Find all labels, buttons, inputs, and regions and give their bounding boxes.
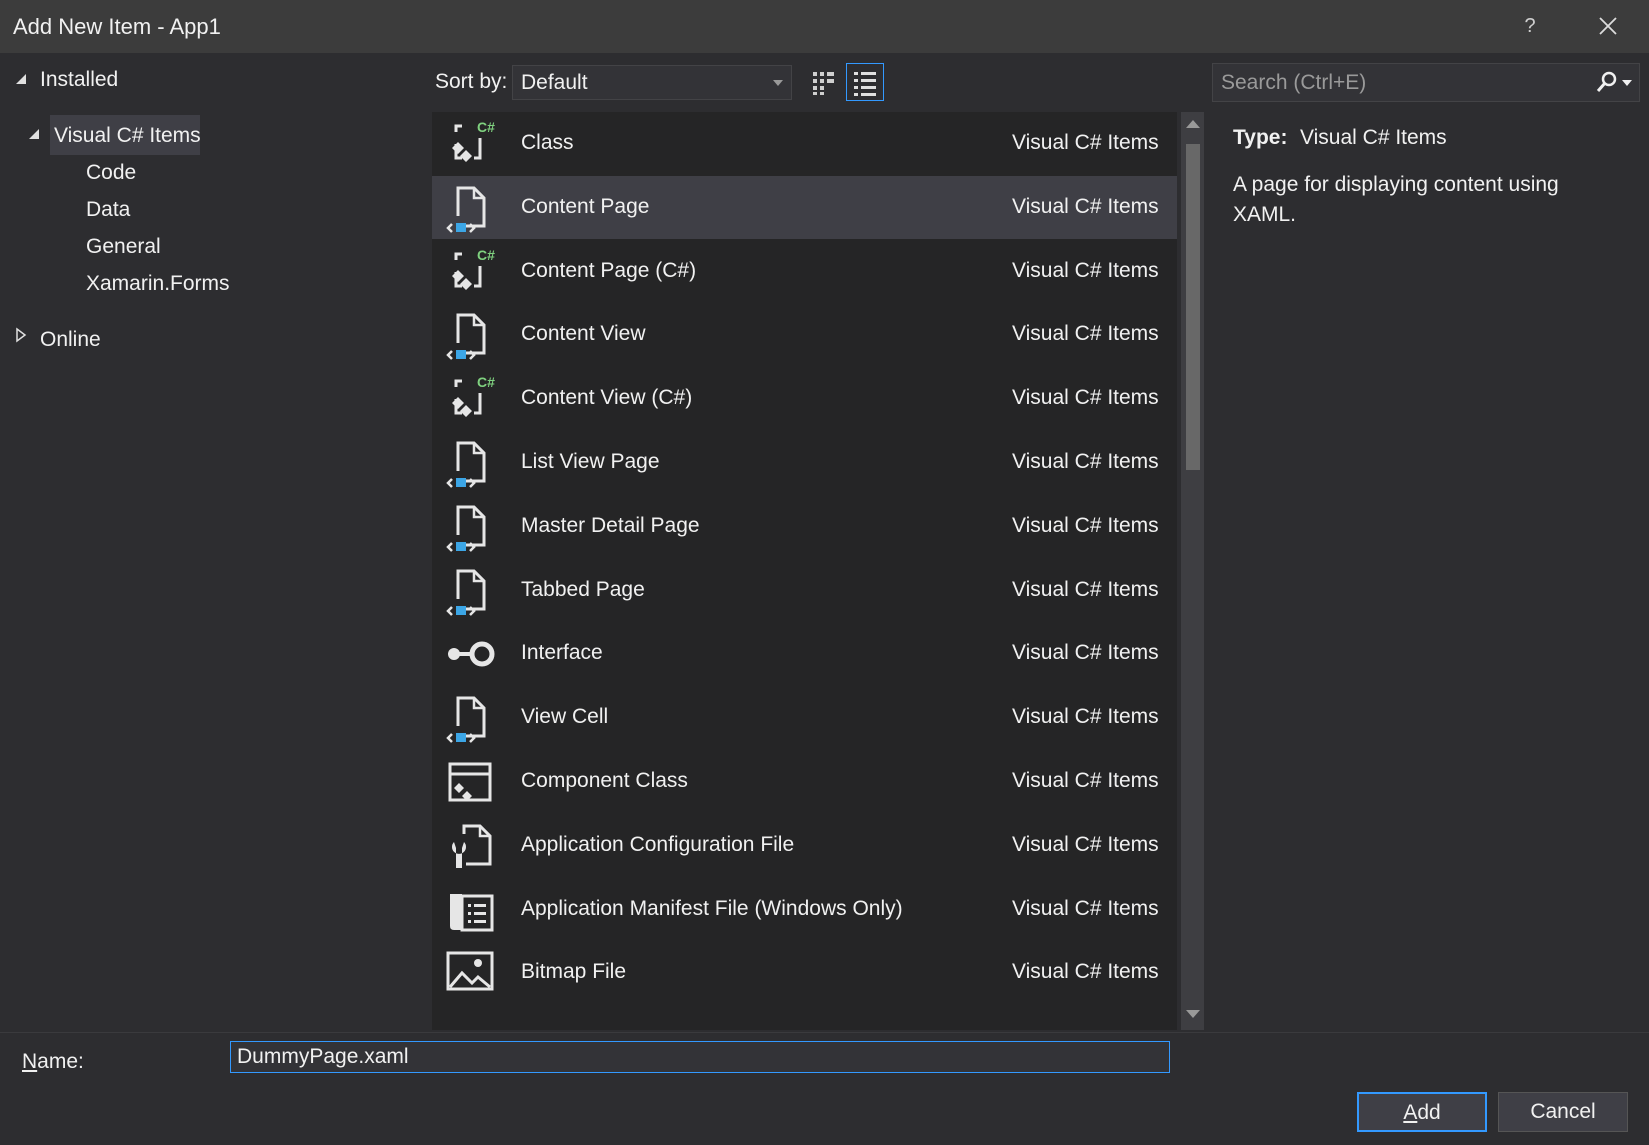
window-title: Add New Item - App1 [13, 14, 221, 39]
template-item-row[interactable]: C# Content View (C#) Visual C# Items [432, 367, 1177, 430]
sort-dropdown-value: Default [521, 71, 588, 94]
chevron-down-icon [773, 80, 783, 86]
name-label: Name: [22, 1050, 84, 1073]
template-description: A page for displaying content using XAML… [1233, 173, 1559, 226]
template-item-category: Visual C# Items [1012, 450, 1159, 473]
template-item-category: Visual C# Items [1012, 769, 1159, 792]
type-label: Type: [1233, 126, 1288, 149]
close-button[interactable] [1590, 10, 1626, 42]
template-item-row[interactable]: Tabbed Page Visual C# Items [432, 559, 1177, 622]
help-button[interactable]: ? [1512, 12, 1548, 40]
interface-icon [444, 628, 496, 680]
template-item-category: Visual C# Items [1012, 705, 1159, 728]
svg-text:C#: C# [477, 119, 495, 135]
template-item-name: Content Page [521, 195, 650, 218]
template-item-row[interactable]: Application Manifest File (Windows Only)… [432, 878, 1177, 941]
template-item-row[interactable]: Master Detail Page Visual C# Items [432, 495, 1177, 558]
list-view-icon [854, 72, 876, 96]
name-input[interactable] [230, 1041, 1170, 1073]
template-item-name: Application Configuration File [521, 833, 795, 856]
template-item-name: Content Page (C#) [521, 259, 697, 282]
tree-item-online[interactable]: Online [40, 328, 101, 352]
tree-item-installed[interactable]: Installed [40, 68, 118, 92]
template-item-name: Master Detail Page [521, 514, 700, 537]
template-item-name: Bitmap File [521, 960, 627, 983]
tree-item-general[interactable]: General [86, 235, 161, 259]
xaml-page-icon [444, 182, 496, 234]
template-list: C# Class Visual C# Items Content Page Visual… [432, 112, 1177, 1030]
tree-item-code[interactable]: Code [86, 161, 136, 185]
close-icon [1599, 17, 1617, 35]
tree-item-data[interactable]: Data [86, 198, 130, 222]
search-options-chevron-icon[interactable] [1621, 78, 1633, 88]
cancel-button[interactable]: Cancel [1498, 1092, 1628, 1132]
search-input[interactable] [1219, 67, 1573, 98]
template-item-category: Visual C# Items [1012, 897, 1159, 920]
template-item-category: Visual C# Items [1012, 514, 1159, 537]
template-item-row[interactable]: Application Configuration File Visual C# … [432, 814, 1177, 877]
scroll-down-arrow-icon[interactable] [1186, 1010, 1200, 1018]
template-item-name: Interface [521, 641, 603, 664]
template-item-name: Tabbed Page [521, 578, 645, 601]
template-item-name: Class [521, 131, 574, 154]
csharp-class-icon: C# [444, 118, 496, 170]
template-item-category: Visual C# Items [1012, 578, 1159, 601]
title-bar [0, 0, 1649, 53]
template-tree: Installed Visual C# Items Code Data Gene… [0, 52, 420, 1032]
template-item-category: Visual C# Items [1012, 641, 1159, 664]
template-item-category: Visual C# Items [1012, 259, 1159, 282]
template-item-row[interactable]: Component Class Visual C# Items [432, 750, 1177, 813]
small-icons-view-icon [813, 72, 834, 95]
template-item-category: Visual C# Items [1012, 386, 1159, 409]
template-item-row[interactable]: Interface Visual C# Items [432, 622, 1177, 685]
scroll-up-arrow-icon[interactable] [1186, 120, 1200, 128]
xaml-page-icon [444, 692, 496, 744]
sort-dropdown[interactable]: Default [512, 65, 792, 100]
xaml-page-icon [444, 501, 496, 553]
small-icons-view-button[interactable] [806, 65, 842, 101]
svg-text:C#: C# [477, 247, 495, 263]
template-item-name: Content View [521, 322, 646, 345]
search-box [1212, 63, 1640, 102]
collapse-arrow-icon[interactable] [27, 127, 41, 141]
collapse-arrow-icon[interactable] [14, 72, 28, 86]
template-item-row[interactable]: C# Content Page (C#) Visual C# Items [432, 240, 1177, 303]
csharp-class-icon: C# [444, 246, 496, 298]
bitmap-file-icon [444, 947, 496, 999]
template-item-category: Visual C# Items [1012, 322, 1159, 345]
type-value: Visual C# Items [1300, 126, 1447, 149]
template-item-name: Component Class [521, 769, 688, 792]
template-item-row[interactable]: List View Page Visual C# Items [432, 431, 1177, 494]
template-item-name: List View Page [521, 450, 660, 473]
template-item-row[interactable]: Bitmap File Visual C# Items [432, 941, 1177, 1004]
search-icon[interactable] [1595, 70, 1619, 94]
config-file-icon [444, 820, 496, 872]
xaml-page-icon [444, 565, 496, 617]
template-item-row[interactable]: View Cell Visual C# Items [432, 686, 1177, 749]
add-button[interactable]: Add [1357, 1092, 1487, 1132]
template-item-name: Content View (C#) [521, 386, 693, 409]
manifest-file-icon [444, 884, 496, 936]
sort-by-label: Sort by: [435, 70, 508, 93]
template-item-category: Visual C# Items [1012, 833, 1159, 856]
template-item-category: Visual C# Items [1012, 195, 1159, 218]
list-view-button[interactable] [846, 63, 884, 101]
tree-item-xamarin-forms[interactable]: Xamarin.Forms [86, 272, 230, 296]
list-scrollbar[interactable] [1181, 112, 1204, 1030]
xaml-page-icon [444, 309, 496, 361]
scroll-thumb[interactable] [1186, 144, 1200, 470]
template-item-row[interactable]: Content View Visual C# Items [432, 303, 1177, 366]
expand-arrow-icon[interactable] [14, 327, 28, 343]
template-item-name: View Cell [521, 705, 609, 728]
template-item-row[interactable]: C# Class Visual C# Items [432, 112, 1177, 175]
csharp-class-icon: C# [444, 373, 496, 425]
component-class-icon [444, 756, 496, 808]
xaml-page-icon [444, 437, 496, 489]
template-item-row[interactable]: Content Page Visual C# Items [432, 176, 1177, 239]
template-item-category: Visual C# Items [1012, 131, 1159, 154]
template-item-category: Visual C# Items [1012, 960, 1159, 983]
template-item-name: Application Manifest File (Windows Only) [521, 897, 903, 920]
svg-text:C#: C# [477, 374, 495, 390]
tree-item-visual-cs-items[interactable]: Visual C# Items [54, 124, 201, 148]
